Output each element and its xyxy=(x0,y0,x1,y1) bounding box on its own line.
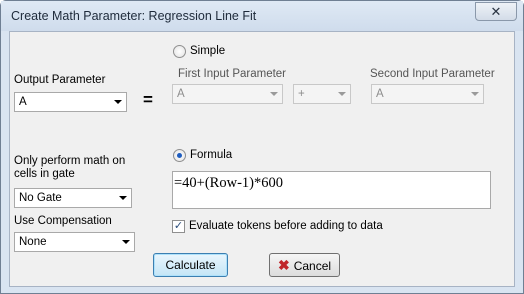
dialog-content: Output Parameter A = Only perform math o… xyxy=(9,31,515,287)
gate-value: No Gate xyxy=(19,192,62,204)
gate-label: Only perform math on cells in gate xyxy=(14,155,126,180)
formula-input[interactable]: =40+(Row-1)*600 xyxy=(172,171,491,209)
title-bar[interactable]: Create Math Parameter: Regression Line F… xyxy=(1,1,523,31)
checkmark-icon: ✓ xyxy=(173,220,184,232)
chevron-down-icon xyxy=(467,85,483,103)
second-input-select[interactable]: A xyxy=(371,84,484,104)
chevron-down-icon xyxy=(118,233,134,251)
output-parameter-select[interactable]: A xyxy=(14,92,127,112)
output-parameter-value: A xyxy=(19,96,27,108)
formula-label: Formula xyxy=(190,149,233,161)
compensation-value: None xyxy=(19,236,47,248)
chevron-down-icon xyxy=(110,93,126,111)
operator-value: + xyxy=(298,88,305,100)
calculate-button[interactable]: Calculate xyxy=(153,253,228,277)
compensation-label: Use Compensation xyxy=(14,215,112,227)
dialog-window: Create Math Parameter: Regression Line F… xyxy=(0,0,524,294)
close-icon: ✕ xyxy=(490,4,502,19)
chevron-down-icon xyxy=(334,85,350,103)
formula-text: =40+(Row-1)*600 xyxy=(174,175,283,191)
second-input-label: Second Input Parameter xyxy=(370,68,495,80)
equals-sign: = xyxy=(143,90,153,109)
cancel-label: Cancel xyxy=(293,259,332,273)
compensation-select[interactable]: None xyxy=(14,232,135,252)
output-parameter-label: Output Parameter xyxy=(14,74,106,86)
second-input-value: A xyxy=(376,88,384,100)
formula-radio[interactable] xyxy=(173,149,186,162)
operator-select[interactable]: + xyxy=(293,84,351,104)
calculate-label: Calculate xyxy=(165,258,216,272)
simple-radio[interactable] xyxy=(173,45,186,58)
cancel-icon: ✖ xyxy=(277,257,290,273)
window-title: Create Math Parameter: Regression Line F… xyxy=(11,9,257,23)
chevron-down-icon xyxy=(115,189,131,207)
simple-label: Simple xyxy=(190,45,226,57)
first-input-label: First Input Parameter xyxy=(178,68,287,80)
close-button[interactable]: ✕ xyxy=(475,2,517,21)
evaluate-tokens-label: Evaluate tokens before adding to data xyxy=(189,220,383,232)
cancel-button[interactable]: ✖ Cancel xyxy=(269,253,340,277)
gate-select[interactable]: No Gate xyxy=(14,188,132,208)
chevron-down-icon xyxy=(266,85,282,103)
first-input-select[interactable]: A xyxy=(172,84,283,104)
first-input-value: A xyxy=(177,88,185,100)
evaluate-tokens-checkbox[interactable]: ✓ xyxy=(172,220,185,233)
